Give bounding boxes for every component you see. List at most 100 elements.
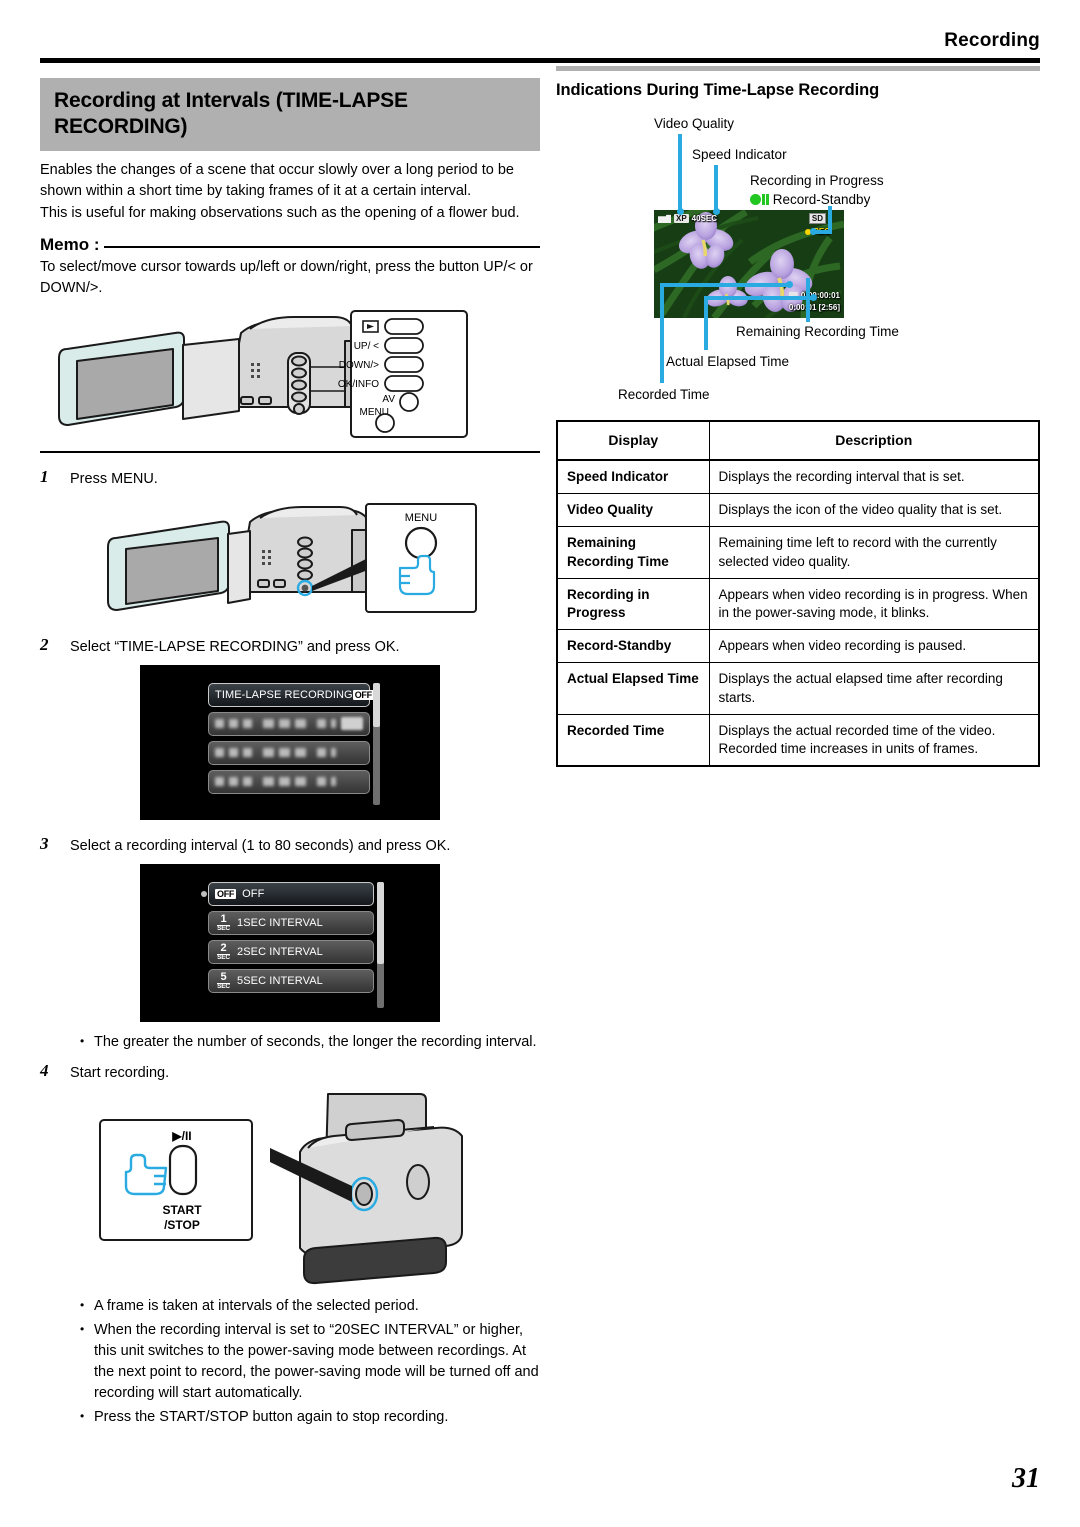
table-row: Recorded Time Displays the actual record… <box>556 713 1040 767</box>
menu-item-5sec-interval[interactable]: 5 SEC 5SEC INTERVAL <box>208 969 374 994</box>
menu-item-blurred-1[interactable] <box>208 711 370 736</box>
button-label-up: UP/ < <box>354 341 379 352</box>
leader-recorded-h <box>660 283 790 287</box>
callout-actual-elapsed-time: Actual Elapsed Time <box>666 354 790 369</box>
indications-table: Display Description Speed Indicator Disp… <box>556 420 1040 768</box>
menu-item-label: OFF <box>242 888 265 901</box>
lcd-preview: XP 40SEC SD REC 0:00:00:01 0:00:01 [2:56… <box>654 210 844 318</box>
step-2-text: Select “TIME-LAPSE RECORDING” and press … <box>70 638 400 655</box>
video-quality-badge: XP <box>674 214 689 223</box>
cell-description: Displays the icon of the video quality t… <box>708 493 1040 528</box>
leader-remaining-v <box>806 278 810 322</box>
menu-screenshot-intervals: OFF OFF 1 SEC 1SEC INTERVAL 2 SEC 2SEC I… <box>140 864 440 1023</box>
step-3-text: Select a recording interval (1 to 80 sec… <box>70 837 451 854</box>
button-label-ok-info: OK/INFO <box>338 379 379 390</box>
scrollbar-thumb[interactable] <box>373 682 380 727</box>
sec-5-icon: 5 SEC <box>217 970 230 990</box>
button-label-down: DOWN/> <box>339 360 379 371</box>
osd-remaining-value: [2:56] <box>818 303 840 312</box>
leader-recorded-v <box>660 283 664 383</box>
record-standby-icon <box>750 194 769 205</box>
menu-item-2sec-interval[interactable]: 2 SEC 2SEC INTERVAL <box>208 940 374 965</box>
blurred-text <box>215 748 336 758</box>
callout-recording-in-progress: Recording in Progress <box>750 173 884 188</box>
bullet-item: • A frame is taken at intervals of the s… <box>80 1296 540 1317</box>
column-header-description: Description <box>708 420 1040 461</box>
menu-item-1sec-interval[interactable]: 1 SEC 1SEC INTERVAL <box>208 911 374 936</box>
intro-paragraphs: Enables the changes of a scene that occu… <box>40 160 540 224</box>
step-2-number: 2 <box>40 634 49 654</box>
intro-line-1: Enables the changes of a scene that occu… <box>40 162 514 200</box>
cell-display: Actual Elapsed Time <box>556 662 710 715</box>
intro-line-2: This is useful for making observations s… <box>40 205 520 222</box>
blurred-text <box>215 777 336 787</box>
bullet-dot-icon: • <box>80 1321 85 1336</box>
right-column: Indications During Time-Lapse Recording … <box>556 66 1040 768</box>
off-badge: OFF <box>352 689 374 700</box>
leader-elapsed-v <box>704 296 708 350</box>
menu-item-label: 5SEC INTERVAL <box>237 975 323 988</box>
right-column-divider <box>556 66 1040 71</box>
menu-scrollbar[interactable] <box>377 882 384 1009</box>
cell-description: Remaining time left to record with the c… <box>708 526 1040 579</box>
step-4-number: 4 <box>40 1061 49 1081</box>
cell-display: Speed Indicator <box>556 459 710 495</box>
cell-description: Displays the recording interval that is … <box>708 459 1040 495</box>
off-badge: OFF <box>215 889 237 900</box>
step-4-text: Start recording. <box>70 1065 170 1082</box>
bullet-item: • When the recording interval is set to … <box>80 1320 540 1404</box>
callout-recorded-time: Recorded Time <box>618 387 710 402</box>
memo-text: To select/move cursor towards up/left or… <box>40 259 533 297</box>
table-row: Video Quality Displays the icon of the v… <box>556 493 1040 528</box>
table-row: Recording in Progress Appears when video… <box>556 577 1040 631</box>
step-3-number: 3 <box>40 833 49 853</box>
cell-display: Recording in Progress <box>556 577 710 631</box>
bullet-dot-icon: • <box>80 1034 85 1049</box>
leader-video-quality <box>678 134 682 212</box>
cell-description: Displays the actual elapsed time after r… <box>708 662 1040 715</box>
press-menu-illustration: MENU <box>107 502 477 613</box>
callout-speed-indicator: Speed Indicator <box>692 147 787 162</box>
osd-elapsed-value: 0:00:01 <box>788 303 817 312</box>
memo-heading: Memo : <box>40 235 540 255</box>
menu-item-time-lapse-recording[interactable]: TIME-LAPSE RECORDING OFF <box>208 682 374 707</box>
cell-description: Appears when video recording is in progr… <box>708 577 1040 631</box>
cursor-dot-icon <box>201 891 207 898</box>
step-3: 3 Select a recording interval (1 to 80 s… <box>40 834 540 856</box>
cell-description: Appears when video recording is paused. <box>708 629 1040 664</box>
page-number: 31 <box>1012 1463 1040 1494</box>
callout-remaining-recording-time: Remaining Recording Time <box>736 324 899 339</box>
leader-dot-elapsed <box>810 294 817 301</box>
leader-speed-indicator <box>714 165 718 212</box>
cell-display: Video Quality <box>556 493 710 528</box>
menu-item-blurred-2[interactable] <box>208 740 370 765</box>
page-title: Recording at Intervals (TIME-LAPSE RECOR… <box>40 78 540 152</box>
bullet-item: • The greater the number of seconds, the… <box>80 1032 540 1053</box>
step-2: 2 Select “TIME-LAPSE RECORDING” and pres… <box>40 635 540 657</box>
start-stop-play-pause-icon-label: ▶/II <box>171 1129 191 1143</box>
start-label: START <box>162 1203 202 1217</box>
menu-scrollbar[interactable] <box>373 682 380 805</box>
sec-1-icon: 1 SEC <box>217 912 230 932</box>
leader-dot-record-standby <box>810 228 817 235</box>
camcorder-mode-icon <box>658 214 671 223</box>
scrollbar-thumb[interactable] <box>377 882 384 965</box>
bullet-dot-icon: • <box>80 1408 85 1423</box>
memo-label: Memo : <box>40 235 100 255</box>
camcorder-buttons-illustration: UP/ < DOWN/> OK/INFO AV MENU <box>58 310 468 439</box>
blurred-text <box>215 719 336 729</box>
sec-2-icon: 2 SEC <box>217 941 230 961</box>
menu-list-1: TIME-LAPSE RECORDING OFF <box>208 682 374 799</box>
step-1: 1 Press MENU. <box>40 467 540 489</box>
leader-dot-video-quality <box>676 208 684 215</box>
bullet-dot-icon: • <box>80 1297 85 1312</box>
menu-list-2: OFF OFF 1 SEC 1SEC INTERVAL 2 SEC 2SEC I… <box>201 882 374 998</box>
page-section-title: Recording <box>944 30 1040 51</box>
column-header-display: Display <box>556 420 710 461</box>
menu-callout-label: MENU <box>405 512 437 524</box>
menu-item-label: 2SEC INTERVAL <box>237 946 323 959</box>
menu-item-blurred-3[interactable] <box>208 769 370 794</box>
note-after-step-3: • The greater the number of seconds, the… <box>40 1032 540 1053</box>
bullet-item: • Press the START/STOP button again to s… <box>80 1407 540 1428</box>
menu-item-off[interactable]: OFF OFF <box>201 882 374 907</box>
